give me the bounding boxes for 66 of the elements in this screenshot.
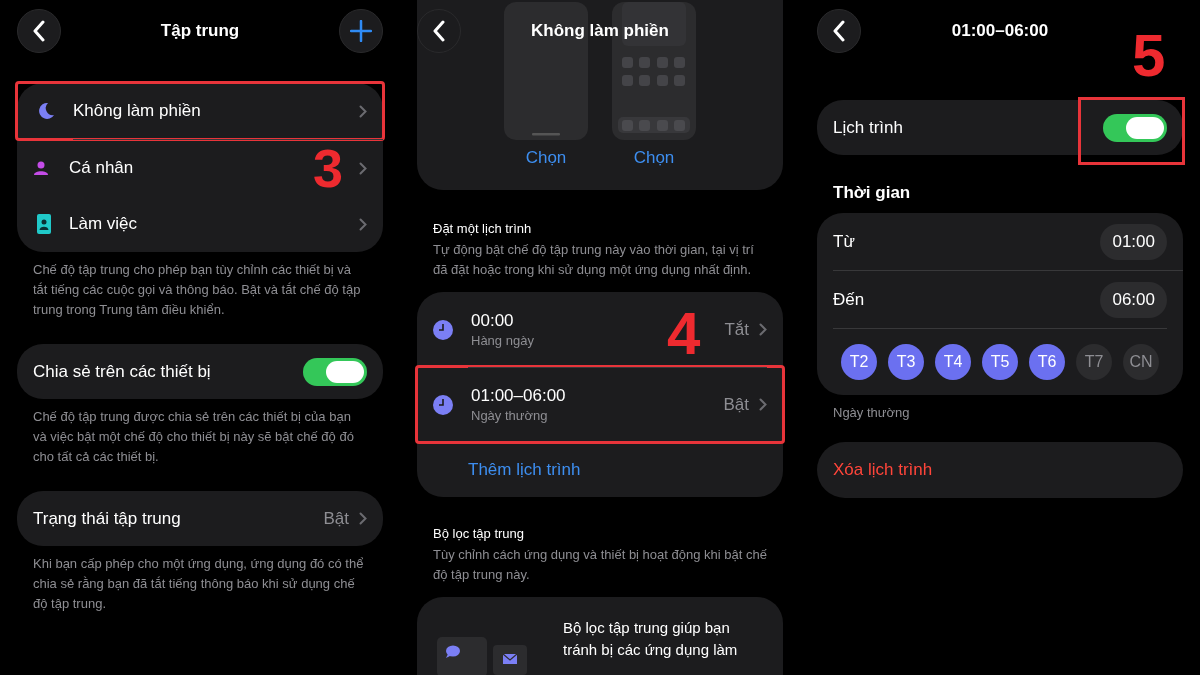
filter-description: Tùy chỉnh cách ứng dụng và thiết bị hoạt động khi bật chế độ tập trung này. [433,546,767,584]
back-button[interactable] [817,9,861,53]
chevron-icon [359,512,367,525]
chevron-icon [359,104,367,118]
choose-link[interactable]: Chọn [633,148,675,168]
status-description: Khi bạn cấp phép cho một ứng dụng, ứng dụng đó có thể chia sẻ rằng bạn đã tắt tiếng thông báo khi sử dụng chế độ tập trung. [33,555,365,613]
focus-mode-item[interactable]: Không làm phiền [17,83,383,139]
schedule-time: 01:00–06:00 [471,386,567,406]
schedule-toggle[interactable] [1103,113,1167,142]
time-label: Từ [833,231,856,252]
section-heading: Đặt một lịch trình [433,220,533,238]
time-label: Đến [833,289,866,310]
share-toggle[interactable] [303,357,367,386]
section-heading: Bộ lọc tập trung [433,525,526,543]
chevron-icon [359,161,367,175]
person-icon [33,160,49,176]
screen-title: Không làm phiền [531,21,669,41]
chevron-icon [759,323,767,336]
time-picker[interactable]: 06:00 [1100,281,1167,318]
back-icon [432,20,446,42]
weekday-toggle[interactable]: T6 [1029,344,1065,380]
schedule-item[interactable]: 00:00 Hàng ngày 4 Tắt [417,292,783,367]
share-description: Chế độ tập trung được chia sẻ trên các thiết bị của bạn và việc bật một chế độ cho thiết bị này sẽ bật chế độ đó cho tất cả các thiết bị. [33,408,355,466]
step-number: 3 [313,146,344,192]
weekday-toggle[interactable]: T3 [888,344,924,380]
back-icon [32,20,46,42]
schedule-description: Tự động bật chế độ tập trung này vào thời gian, tại vị trí đã đặt hoặc trong khi sử dụng một ứng dụng nhất định. [433,241,755,279]
filter-info-text: Bộ lọc tập trung giúp bạn tránh bị các ứng dụng làm [563,618,738,660]
moon-icon [37,102,55,120]
time-picker[interactable]: 01:00 [1100,223,1167,260]
screen-title: 01:00–06:00 [951,21,1049,41]
screen-title: Tập trung [160,21,240,41]
weekday-toggle[interactable]: T2 [841,344,877,380]
choose-link[interactable]: Chọn [525,148,567,168]
setting-label: Chia sẻ trên các thiết bị [33,361,212,382]
schedule-repeat: Ngày thường [471,408,549,423]
setting-label: Lịch trình [833,117,904,138]
schedule-repeat: Hàng ngày [471,333,535,348]
schedule-item[interactable]: 01:00–06:00 Ngày thường Bật [417,367,783,442]
days-caption: Ngày thường [833,405,911,420]
schedule-status: Tắt [724,319,749,340]
chevron-icon [359,217,367,231]
plus-icon [350,20,372,42]
schedule-time: 00:00 [471,311,515,331]
weekday-toggle[interactable]: CN [1123,344,1159,380]
add-schedule-link[interactable]: Thêm lịch trình [468,459,581,480]
focus-mode-item[interactable]: Làm việc [17,196,383,252]
section-heading: Thời gian [833,183,912,203]
app-icons-drawing [437,637,489,675]
focus-status-item[interactable]: Trạng thái tập trung Bật [17,491,383,546]
delete-schedule-button[interactable]: Xóa lịch trình [817,442,1183,498]
chevron-icon [759,398,767,411]
step-number: 5 [1132,26,1166,86]
weekday-toggle[interactable]: T7 [1076,344,1112,380]
focus-description: Chế độ tập trung cho phép bạn tùy chỉnh các thiết bị và tắt tiếng các cuộc gọi và thông báo. Bật và tắt chế độ tập trung trong Trung tâm điều khiển. [33,261,362,319]
back-icon [832,20,846,42]
clock-icon [433,319,453,340]
id-badge-icon [37,214,51,234]
clock-icon [433,394,453,415]
weekday-toggle[interactable]: T5 [982,344,1018,380]
add-button[interactable] [339,9,383,53]
schedule-status: Bật [723,394,749,415]
step-number: 4 [667,304,701,364]
mail-icon [493,645,527,675]
back-button[interactable] [17,9,61,53]
weekday-toggle[interactable]: T4 [935,344,971,380]
